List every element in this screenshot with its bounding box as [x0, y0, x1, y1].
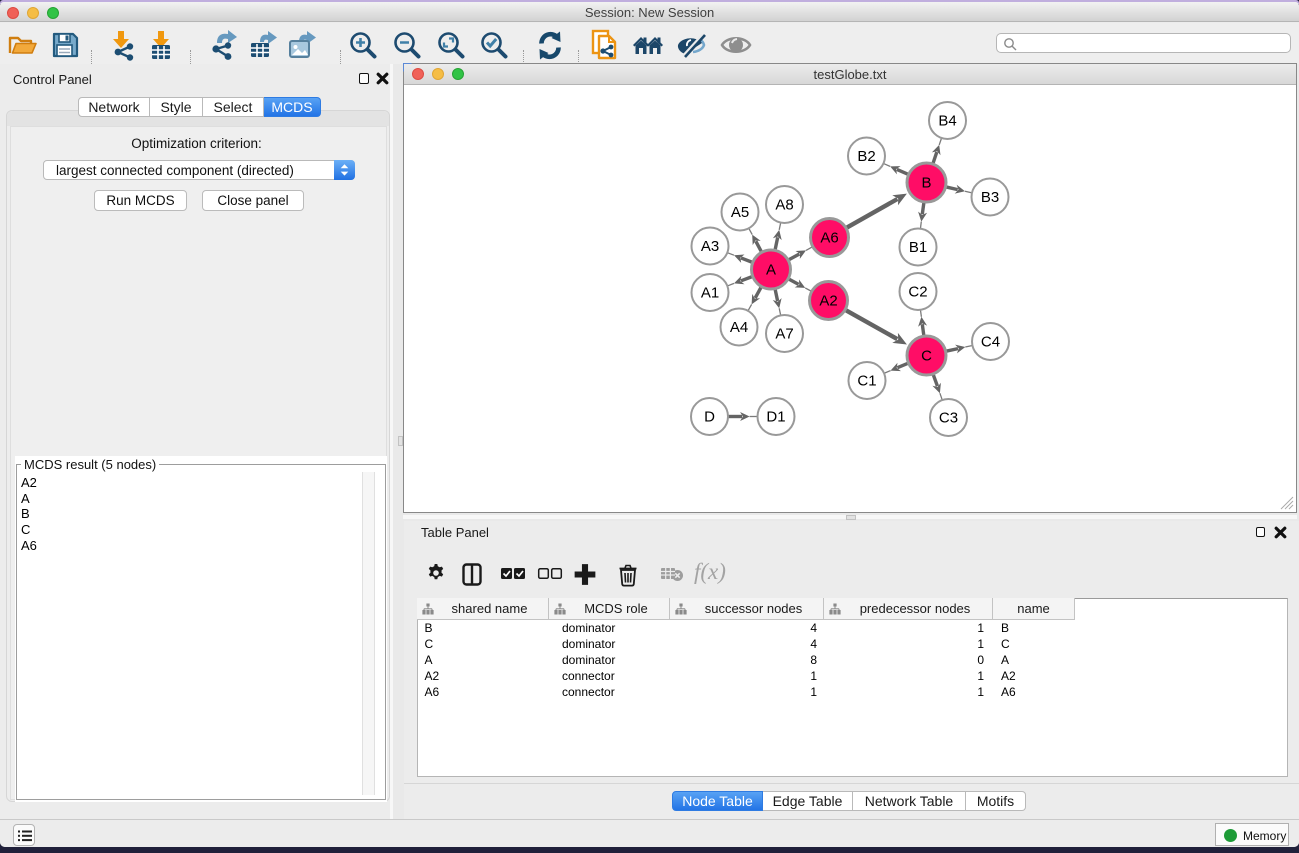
svg-text:A7: A7 [775, 326, 793, 343]
svg-text:A2: A2 [819, 293, 837, 310]
svg-text:B2: B2 [857, 148, 875, 165]
svg-text:B1: B1 [909, 239, 927, 256]
svg-text:B: B [921, 175, 931, 192]
svg-text:C2: C2 [908, 284, 927, 301]
svg-text:C3: C3 [939, 410, 958, 427]
svg-text:A3: A3 [701, 238, 719, 255]
svg-text:A5: A5 [731, 204, 749, 221]
svg-text:A6: A6 [820, 230, 838, 247]
svg-text:A1: A1 [701, 285, 719, 302]
svg-text:B3: B3 [981, 189, 999, 206]
svg-text:D: D [704, 409, 715, 426]
svg-text:C1: C1 [857, 373, 876, 390]
svg-text:D1: D1 [766, 409, 785, 426]
svg-text:C4: C4 [981, 334, 1000, 351]
svg-text:A4: A4 [730, 319, 748, 336]
svg-text:C: C [921, 348, 932, 365]
svg-text:A8: A8 [775, 197, 793, 214]
svg-text:A: A [766, 262, 776, 279]
svg-text:B4: B4 [938, 113, 956, 130]
